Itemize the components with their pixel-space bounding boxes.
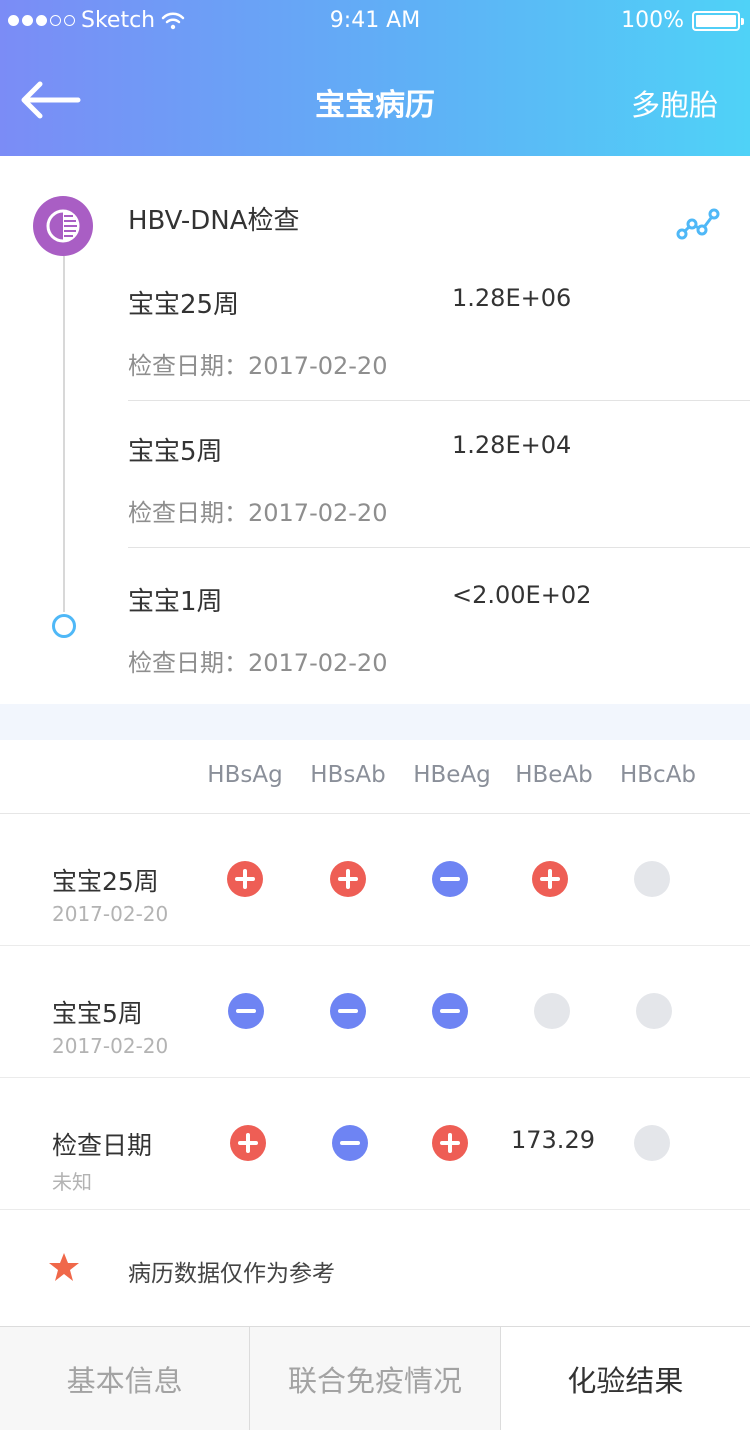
- table-row[interactable]: 宝宝25周 2017-02-20: [0, 814, 750, 946]
- row-date: 2017-02-20: [52, 902, 169, 926]
- table-header: HBsAg HBsAb HBeAg HBeAb HBcAb: [0, 740, 750, 814]
- positive-icon: [227, 861, 263, 897]
- timeline-line: [63, 256, 65, 612]
- negative-icon: [332, 1125, 368, 1161]
- hbv-entry-date: 检查日期：2017-02-20: [128, 352, 388, 380]
- column-header: HBcAb: [619, 762, 697, 788]
- tab-combined-immunization[interactable]: 联合免疫情况: [250, 1327, 501, 1430]
- row-date: 2017-02-20: [52, 1034, 169, 1058]
- hbv-entry-value: 1.28E+06: [452, 284, 572, 312]
- row-name: 宝宝25周: [52, 867, 159, 896]
- negative-icon: [330, 993, 366, 1029]
- hbv-entry-date: 检查日期：2017-02-20: [128, 499, 388, 527]
- tab-lab-results[interactable]: 化验结果: [500, 1327, 750, 1430]
- hbv-entry-value: <2.00E+02: [452, 581, 592, 609]
- app-header: Sketch 9:41 AM 100% 宝宝病历 多胞胎: [0, 0, 750, 156]
- table-row[interactable]: 检查日期 未知 173.29: [0, 1078, 750, 1210]
- empty-result-icon: [636, 993, 672, 1029]
- empty-result-icon: [634, 1125, 670, 1161]
- disclaimer-note: 病历数据仅作为参考: [0, 1212, 750, 1326]
- status-bar: Sketch 9:41 AM 100%: [0, 0, 750, 40]
- battery-group: 100%: [621, 8, 744, 33]
- hbv-dna-section: HBV-DNA检查 宝宝25周 1.28E+06 检查日期：2017-02-20…: [0, 156, 750, 704]
- battery-percent: 100%: [621, 8, 684, 33]
- hbv-entry: 宝宝5周 1.28E+04 检查日期：2017-02-20: [128, 431, 750, 578]
- star-icon: [49, 1253, 79, 1281]
- row-date: 未知: [52, 1170, 92, 1194]
- multiple-birth-button[interactable]: 多胞胎: [631, 82, 718, 124]
- positive-icon: [230, 1125, 266, 1161]
- battery-icon: [692, 10, 744, 31]
- positive-icon: [330, 861, 366, 897]
- column-header: HBsAb: [310, 762, 386, 788]
- row-name: 检查日期: [52, 1131, 153, 1160]
- table-row[interactable]: 宝宝5周 2017-02-20: [0, 946, 750, 1078]
- timeline-end-dot: [52, 614, 76, 638]
- positive-icon: [532, 861, 568, 897]
- hbv-entry-label: 宝宝1周: [128, 587, 223, 617]
- numeric-result: 173.29: [511, 1126, 595, 1154]
- negative-icon: [432, 861, 468, 897]
- trend-chart-icon[interactable]: [676, 206, 720, 242]
- row-name: 宝宝5周: [52, 999, 143, 1028]
- hbv-section-title: HBV-DNA检查: [128, 206, 300, 236]
- column-header: HBsAg: [207, 762, 283, 788]
- section-gap: [0, 704, 750, 740]
- bottom-tab-bar: 基本信息 联合免疫情况 化验结果: [0, 1326, 750, 1430]
- hbv-test-icon: [33, 196, 93, 256]
- tab-basic-info[interactable]: 基本信息: [0, 1327, 251, 1430]
- empty-result-icon: [634, 861, 670, 897]
- disclaimer-text: 病历数据仅作为参考: [128, 1261, 335, 1287]
- hbv-entry-value: 1.28E+04: [452, 431, 572, 459]
- divider: [128, 547, 750, 548]
- negative-icon: [228, 993, 264, 1029]
- hbv-entry-label: 宝宝5周: [128, 437, 223, 467]
- hbv-entry: 宝宝25周 1.28E+06 检查日期：2017-02-20: [128, 284, 750, 431]
- empty-result-icon: [534, 993, 570, 1029]
- positive-icon: [432, 1125, 468, 1161]
- column-header: HBeAb: [515, 762, 593, 788]
- hbv-entry-label: 宝宝25周: [128, 290, 240, 320]
- column-header: HBeAg: [413, 762, 491, 788]
- negative-icon: [432, 993, 468, 1029]
- divider: [128, 400, 750, 401]
- hbv-entry-date: 检查日期：2017-02-20: [128, 649, 388, 677]
